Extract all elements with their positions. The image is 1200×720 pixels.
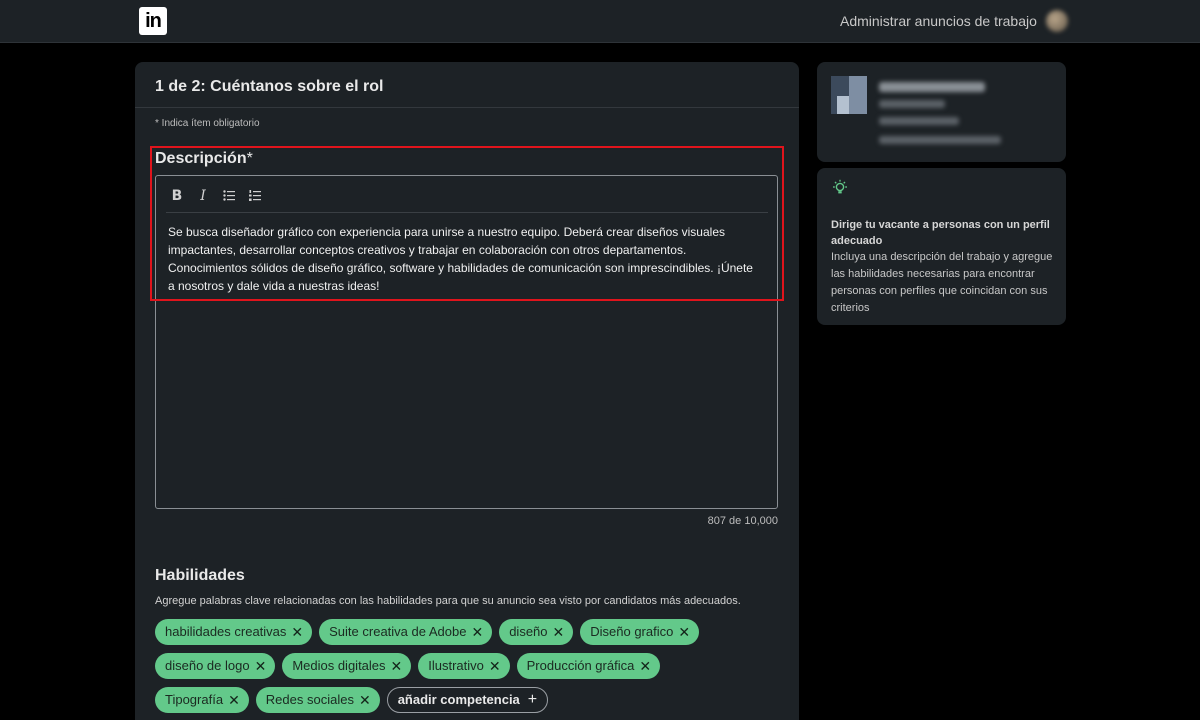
description-editor[interactable]: B I Se busca diseñador gráfico con exper… — [155, 175, 778, 509]
tip-title: Dirige tu vacante a personas con un perf… — [831, 219, 1050, 247]
skill-chip[interactable]: Ilustrativo ✕ — [418, 653, 510, 679]
top-nav: in Administrar anuncios de trabajo — [0, 0, 1200, 43]
description-label-text: Descripción — [155, 150, 247, 167]
chip-row: diseño de logo ✕ Medios digitales ✕ Ilustr… — [155, 653, 755, 679]
skill-chip[interactable]: diseño ✕ — [499, 619, 574, 645]
remove-icon[interactable]: ✕ — [291, 619, 303, 645]
blurred-text — [879, 117, 959, 125]
skill-chip-label: Tipografía — [165, 692, 224, 707]
skill-chip[interactable]: Suite creativa de Adobe ✕ — [319, 619, 493, 645]
add-skill-button[interactable]: añadir competencia + — [386, 687, 549, 713]
skill-chip[interactable]: Producción gráfica ✕ — [516, 653, 661, 679]
blurred-text — [879, 100, 945, 108]
skill-chip-label: Medios digitales — [292, 658, 386, 673]
blurred-text — [879, 136, 1001, 144]
logo-shape — [837, 96, 849, 114]
company-logo — [831, 76, 867, 114]
skills-description: Agregue palabras clave relacionadas con … — [155, 595, 741, 607]
skill-chip[interactable]: diseño de logo ✕ — [155, 653, 276, 679]
tip-card: Dirige tu vacante a personas con un perf… — [817, 168, 1066, 325]
add-skill-label: añadir competencia — [397, 692, 520, 707]
bold-button[interactable]: B — [168, 186, 186, 206]
remove-icon[interactable]: ✕ — [255, 653, 267, 679]
skill-chip-label: Diseño grafico — [590, 624, 674, 639]
remove-icon[interactable]: ✕ — [553, 619, 565, 645]
description-label: Descripción* — [155, 150, 253, 168]
remove-icon[interactable]: ✕ — [639, 653, 651, 679]
plus-icon: + — [527, 691, 538, 708]
skill-chip[interactable]: Medios digitales ✕ — [282, 653, 412, 679]
remove-icon[interactable]: ✕ — [228, 687, 240, 713]
italic-button[interactable]: I — [194, 186, 212, 206]
blurred-text — [879, 82, 985, 92]
skill-chip-label: Ilustrativo — [428, 658, 484, 673]
chip-row: habilidades creativas ✕ Suite creativa de… — [155, 619, 755, 645]
card-header: 1 de 2: Cuéntanos sobre el rol — [135, 62, 799, 108]
numbered-list-icon[interactable] — [246, 186, 264, 206]
skill-chip[interactable]: Diseño grafico ✕ — [580, 619, 700, 645]
required-mark: * — [246, 150, 253, 167]
skills-title: Habilidades — [155, 567, 245, 584]
skill-chip[interactable]: habilidades creativas ✕ — [155, 619, 313, 645]
toolbar-divider — [166, 212, 768, 213]
skill-chip-label: Suite creativa de Adobe — [329, 624, 467, 639]
linkedin-logo[interactable]: in — [139, 7, 167, 35]
manage-job-posts-link[interactable]: Administrar anuncios de trabajo — [840, 13, 1037, 29]
skill-chip-label: diseño — [509, 624, 548, 639]
company-card — [817, 62, 1066, 162]
remove-icon[interactable]: ✕ — [471, 619, 483, 645]
lightbulb-icon — [833, 179, 847, 194]
job-form-card: 1 de 2: Cuéntanos sobre el rol * Indica … — [135, 62, 799, 720]
tip-body: Incluya una descripción del trabajo y ag… — [831, 251, 1053, 314]
skill-chip-label: habilidades creativas — [165, 624, 287, 639]
character-count: 807 de 10,000 — [707, 515, 778, 527]
skill-chip-label: diseño de logo — [165, 658, 250, 673]
skill-chip[interactable]: Redes sociales ✕ — [255, 687, 380, 713]
remove-icon[interactable]: ✕ — [391, 653, 403, 679]
skills-chip-list: habilidades creativas ✕ Suite creativa de… — [155, 619, 755, 720]
remove-icon[interactable]: ✕ — [489, 653, 501, 679]
skill-chip[interactable]: Tipografía ✕ — [155, 687, 249, 713]
chip-row: Tipografía ✕ Redes sociales ✕ añadir compe… — [155, 687, 755, 713]
required-note: * Indica ítem obligatorio — [155, 118, 260, 129]
logo-shape — [849, 76, 867, 114]
skill-chip-label: Redes sociales — [265, 692, 354, 707]
description-text[interactable]: Se busca diseñador gráfico con experienc… — [168, 223, 758, 295]
skill-chip-label: Producción gráfica — [526, 658, 635, 673]
remove-icon[interactable]: ✕ — [678, 619, 690, 645]
user-avatar[interactable] — [1046, 10, 1068, 32]
step-title: 1 de 2: Cuéntanos sobre el rol — [155, 78, 384, 95]
remove-icon[interactable]: ✕ — [359, 687, 371, 713]
bullet-list-icon[interactable] — [220, 186, 238, 206]
